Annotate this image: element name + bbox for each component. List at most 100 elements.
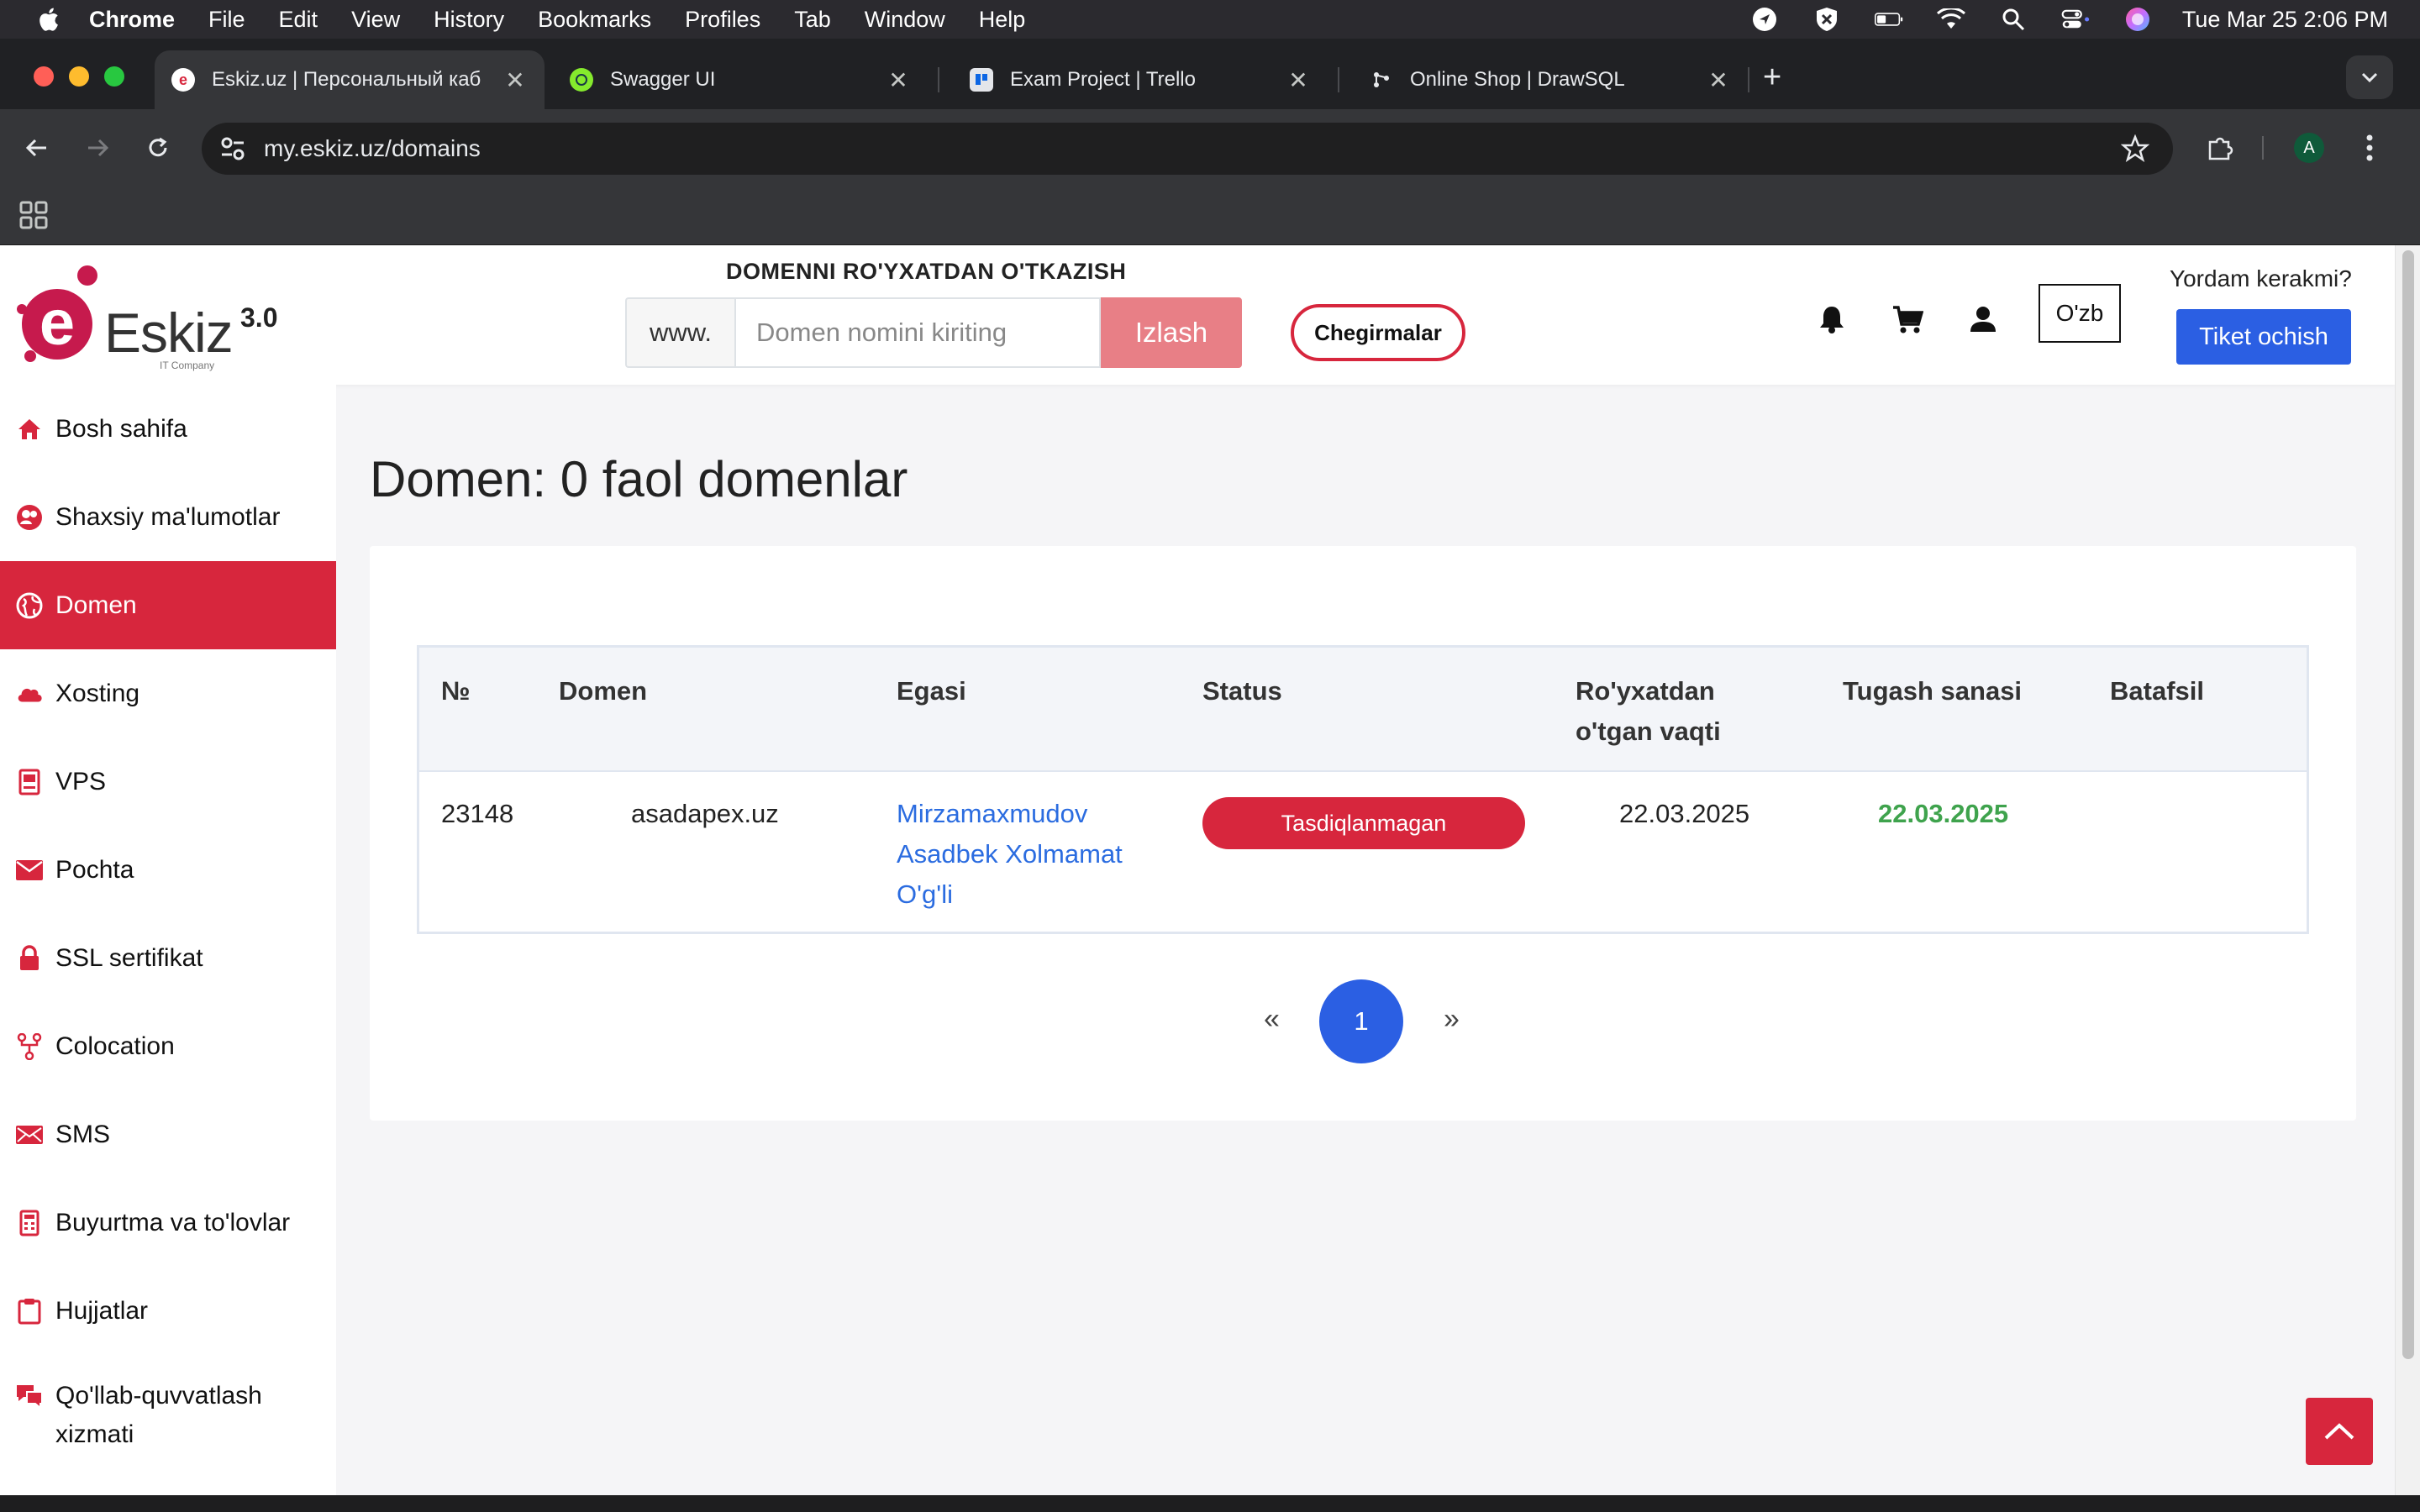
bell-icon[interactable] [1813, 301, 1850, 338]
window-zoom-button[interactable] [104, 66, 124, 87]
server-icon [15, 768, 44, 796]
column-header-owner: Egasi [897, 676, 966, 706]
search-button[interactable]: Izlash [1101, 297, 1242, 368]
menu-clock[interactable]: Tue Mar 25 2:06 PM [2182, 7, 2388, 33]
tab-trello[interactable]: Exam Project | Trello ✕ [953, 50, 1328, 109]
menu-bookmarks[interactable]: Bookmarks [538, 7, 651, 33]
sidebar-item-domain[interactable]: Domen [0, 561, 336, 649]
sidebar-item-label: Bosh sahifa [55, 414, 187, 443]
sidebar-item-label: SSL sertifikat [55, 943, 203, 972]
row-owner-line-3[interactable]: O'g'li [897, 874, 953, 915]
svg-text:e: e [39, 287, 75, 359]
trello-favicon-icon [970, 68, 993, 92]
control-center-icon[interactable] [2061, 7, 2090, 32]
siri-icon[interactable] [2123, 7, 2152, 32]
browser-toolbar: my.eskiz.uz/domains A [0, 109, 2420, 186]
tab-title: Swagger UI [610, 68, 716, 91]
column-header-status: Status [1202, 676, 1282, 706]
sidebar-item-support[interactable]: Qo'llab-quvvatlash xizmati [0, 1355, 336, 1473]
sidebar-item-colocation[interactable]: Colocation [0, 1002, 336, 1090]
back-to-top-button[interactable] [2306, 1398, 2373, 1465]
wifi-icon[interactable] [1936, 7, 1965, 32]
window-close-button[interactable] [34, 66, 54, 87]
sidebar-item-mail[interactable]: Pochta [0, 826, 336, 914]
tab-close-icon[interactable]: ✕ [502, 66, 528, 94]
menu-app-name[interactable]: Chrome [89, 7, 175, 33]
sidebar-item-vps[interactable]: VPS [0, 738, 336, 826]
open-ticket-button[interactable]: Tiket ochish [2176, 309, 2351, 365]
profile-avatar[interactable]: A [2294, 133, 2324, 163]
window-minimize-button[interactable] [69, 66, 89, 87]
sidebar-item-home[interactable]: Bosh sahifa [0, 385, 336, 473]
tab-drawsql[interactable]: Online Shop | DrawSQL ✕ [1353, 50, 1748, 109]
eskiz-logo-mark-icon: e [17, 265, 97, 362]
extensions-puzzle-icon[interactable] [2202, 129, 2238, 166]
chevron-up-icon [2324, 1423, 2354, 1440]
apple-icon[interactable] [35, 6, 60, 33]
domain-search-input[interactable] [734, 297, 1101, 368]
eskiz-favicon-icon: e [171, 68, 195, 92]
pagination-page-current[interactable]: 1 [1319, 979, 1403, 1063]
reload-icon[interactable] [139, 129, 176, 166]
sidebar-item-personal-info[interactable]: Shaxsiy ma'lumotlar [0, 473, 336, 561]
row-owner-line-1[interactable]: Mirzamaxmudov [897, 794, 1087, 834]
sidebar-item-label: Colocation [55, 1032, 175, 1060]
menu-help[interactable]: Help [979, 7, 1026, 33]
tab-swagger[interactable]: Swagger UI ✕ [553, 50, 928, 109]
site-info-tune-icon[interactable] [218, 134, 247, 163]
shield-x-icon[interactable] [1812, 7, 1841, 32]
sidebar-item-documents[interactable]: Hujjatlar [0, 1267, 336, 1355]
menu-profiles[interactable]: Profiles [685, 7, 760, 33]
chrome-menu-kebab-icon[interactable] [2351, 129, 2388, 166]
tab-close-icon[interactable]: ✕ [1706, 66, 1731, 94]
sidebar-item-label: Hujjatlar [55, 1296, 149, 1325]
drawsql-favicon-icon [1370, 68, 1393, 92]
menu-edit[interactable]: Edit [279, 7, 318, 33]
back-arrow-icon[interactable] [18, 129, 55, 166]
sidebar-item-sms[interactable]: SMS [0, 1090, 336, 1179]
tab-separator [1338, 67, 1339, 92]
sidebar-item-label: VPS [55, 767, 107, 795]
user-profile-icon[interactable] [1965, 301, 2002, 338]
menu-view[interactable]: View [351, 7, 400, 33]
tab-separator [1748, 67, 1749, 92]
macos-menu-bar: Chrome File Edit View History Bookmarks … [0, 0, 2420, 39]
tab-close-icon[interactable]: ✕ [1286, 66, 1311, 94]
help-text: Yordam kerakmi? [2170, 265, 2352, 291]
menu-history[interactable]: History [434, 7, 504, 33]
tab-eskiz[interactable]: e Eskiz.uz | Персональный каб ✕ [155, 50, 544, 109]
pagination-prev[interactable]: « [1264, 1003, 1280, 1036]
sidebar-item-orders-payments[interactable]: Buyurtma va to'lovlar [0, 1179, 336, 1267]
shopping-cart-icon[interactable] [1889, 301, 1926, 338]
menu-tab[interactable]: Tab [794, 7, 831, 33]
tab-search-chevron-icon[interactable] [2346, 55, 2393, 99]
menu-window[interactable]: Window [865, 7, 945, 33]
discounts-button[interactable]: Chegirmalar [1291, 304, 1465, 361]
eskiz-logo[interactable]: e Eskiz 3.0 IT Company [13, 262, 291, 371]
sidebar-item-hosting[interactable]: Xosting [0, 649, 336, 738]
page-scrollbar[interactable] [2395, 245, 2420, 1495]
new-tab-plus-icon[interactable]: + [1763, 60, 1781, 94]
logo-wordmark: Eskiz [104, 302, 234, 364]
page-scrollbar-thumb[interactable] [2402, 250, 2414, 1359]
domains-table: № Domen Egasi Status Ro'yxatdan o'tgan v… [417, 645, 2309, 934]
sidebar: Bosh sahifa Shaxsiy ma'lumotlar Domen Xo… [0, 385, 336, 1495]
battery-icon[interactable] [1874, 7, 1903, 32]
spotlight-search-icon[interactable] [1999, 7, 2028, 32]
row-registered-date: 22.03.2025 [1619, 799, 1750, 828]
language-selector[interactable]: O'zb [2039, 284, 2121, 343]
address-bar-url[interactable]: my.eskiz.uz/domains [264, 135, 481, 162]
address-bar[interactable]: my.eskiz.uz/domains [202, 123, 2173, 175]
location-arrow-icon[interactable] [1750, 7, 1779, 32]
pagination-next[interactable]: » [1444, 1003, 1460, 1036]
column-header-details: Batafsil [2110, 676, 2204, 706]
row-owner-line-2[interactable]: Asadbek Xolmamat [897, 834, 1123, 874]
tab-close-icon[interactable]: ✕ [886, 66, 911, 94]
sidebar-item-ssl[interactable]: SSL sertifikat [0, 914, 336, 1002]
forward-arrow-icon[interactable] [79, 129, 116, 166]
users-icon [15, 503, 44, 532]
home-icon [15, 415, 44, 444]
menu-file[interactable]: File [208, 7, 245, 33]
apps-grid-icon[interactable] [18, 200, 49, 230]
bookmark-star-icon[interactable] [2121, 134, 2149, 163]
